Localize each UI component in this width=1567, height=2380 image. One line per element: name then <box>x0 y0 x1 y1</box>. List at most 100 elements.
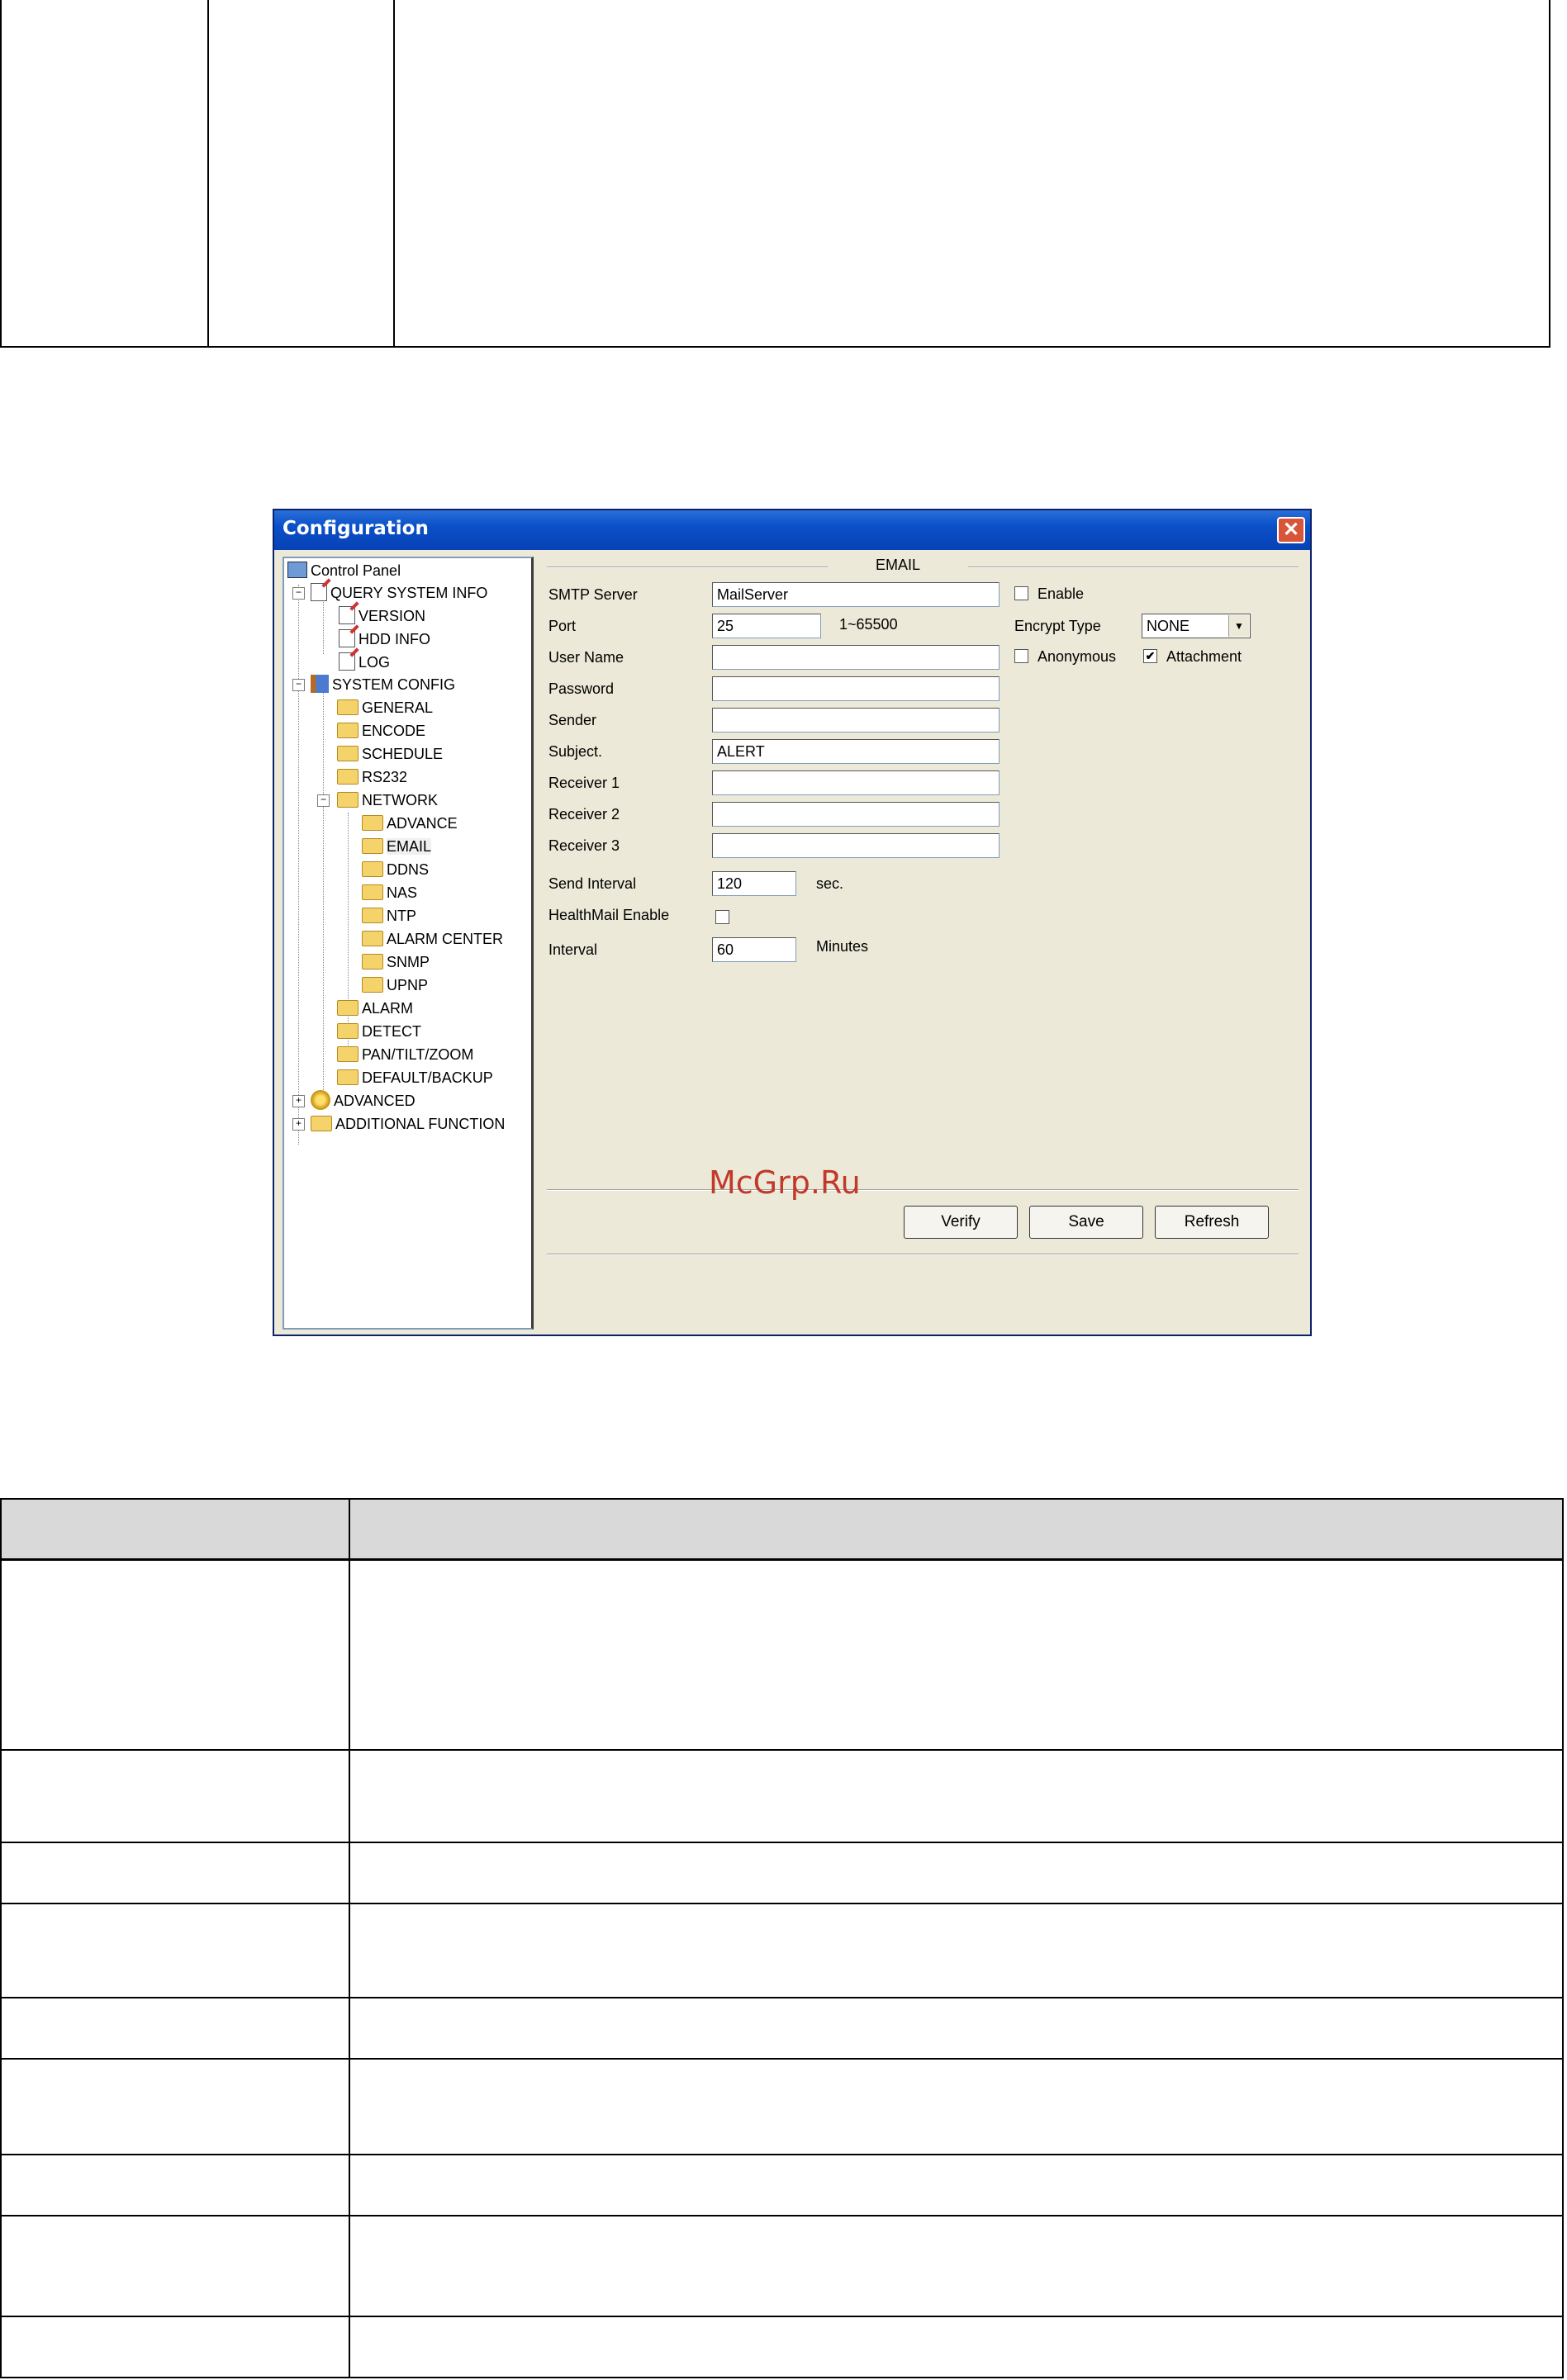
folder-icon <box>311 1115 332 1131</box>
folder-icon <box>337 745 359 761</box>
tree-item-email[interactable]: EMAIL <box>362 836 432 857</box>
encrypt-type-value: NONE <box>1147 618 1190 634</box>
close-button[interactable]: ✕ <box>1277 517 1305 543</box>
table-row <box>2 2058 1562 2060</box>
watermark: McGrp.Ru <box>709 1164 861 1201</box>
tree-item-system-config[interactable]: SYSTEM CONFIG <box>311 674 455 695</box>
port-label: Port <box>548 618 577 634</box>
receiver-1-label: Receiver 1 <box>548 775 620 791</box>
tools-icon <box>311 675 329 694</box>
tree-item-default-backup[interactable]: DEFAULT/BACKUP <box>337 1067 493 1088</box>
document-icon <box>339 629 355 648</box>
tree-line <box>323 676 324 1107</box>
table-row <box>2 2154 1562 2155</box>
collapse-icon[interactable]: − <box>317 794 330 807</box>
tree-panel: Control Panel − QUERY SYSTEM INFO VERSIO… <box>283 557 534 1330</box>
tree-item-additional-function[interactable]: ADDITIONAL FUNCTION <box>311 1113 505 1135</box>
refresh-button[interactable]: Refresh <box>1155 1206 1269 1239</box>
tree-item-ntp[interactable]: NTP <box>362 905 416 927</box>
interval-unit: Minutes <box>816 938 869 955</box>
encrypt-type-select[interactable]: NONE ▼ <box>1142 614 1251 638</box>
document-icon <box>339 652 355 671</box>
anonymous-checkbox[interactable] <box>1014 649 1028 663</box>
user-name-input[interactable] <box>712 645 1000 670</box>
table-row <box>2 1749 1562 1751</box>
button-divider <box>547 1254 1299 1255</box>
table-divider <box>393 0 395 346</box>
subject-input[interactable]: ALERT <box>712 739 1000 764</box>
table-row <box>2 1903 1562 1904</box>
table-row <box>2 1997 1562 1998</box>
tree-item-detect[interactable]: DETECT <box>337 1021 421 1042</box>
chevron-down-icon[interactable]: ▼ <box>1228 615 1249 637</box>
tree-item-network[interactable]: NETWORK <box>337 789 438 811</box>
tree-item-encode[interactable]: ENCODE <box>337 720 425 742</box>
folder-icon <box>362 907 383 923</box>
send-interval-input[interactable]: 120 <box>712 871 796 896</box>
healthmail-enable-checkbox[interactable] <box>715 910 729 924</box>
folder-icon <box>362 930 383 946</box>
section-title: EMAIL <box>876 557 921 573</box>
encrypt-type-label: Encrypt Type <box>1014 618 1101 634</box>
computer-icon <box>287 562 307 579</box>
tree-item-log[interactable]: LOG <box>339 652 390 673</box>
interval-input[interactable]: 60 <box>712 937 796 962</box>
expand-icon[interactable]: + <box>292 1118 305 1131</box>
tree-item-snmp[interactable]: SNMP <box>362 951 430 973</box>
tree-item-pan-tilt-zoom[interactable]: PAN/TILT/ZOOM <box>337 1044 473 1065</box>
folder-icon <box>337 722 359 738</box>
receiver-3-label: Receiver 3 <box>548 837 620 854</box>
attachment-checkbox[interactable]: ✔ <box>1143 649 1157 663</box>
tree-item-hdd-info[interactable]: HDD INFO <box>339 628 430 650</box>
tree-item-query-system-info[interactable]: QUERY SYSTEM INFO <box>311 582 487 604</box>
tree-item-upnp[interactable]: UPNP <box>362 974 428 996</box>
table-column-divider <box>349 1500 350 2377</box>
folder-icon <box>362 953 383 970</box>
tree-line <box>298 585 299 1145</box>
tree-item-version[interactable]: VERSION <box>339 605 425 627</box>
folder-icon <box>337 791 359 808</box>
collapse-icon[interactable]: − <box>292 587 305 600</box>
send-interval-label: Send Interval <box>548 875 637 892</box>
password-input[interactable] <box>712 676 1000 701</box>
tree-item-schedule[interactable]: SCHEDULE <box>337 743 443 765</box>
port-range-hint: 1~65500 <box>839 616 898 633</box>
enable-checkbox[interactable] <box>1014 586 1028 600</box>
table-row <box>2 2215 1562 2216</box>
sender-input[interactable] <box>712 708 1000 732</box>
receiver-2-input[interactable] <box>712 802 1000 827</box>
tree-item-advance[interactable]: ADVANCE <box>362 813 458 834</box>
section-divider <box>968 567 1299 568</box>
receiver-1-input[interactable] <box>712 770 1000 795</box>
send-interval-unit: sec. <box>816 875 844 892</box>
folder-icon <box>362 884 383 900</box>
tree-item-alarm-center[interactable]: ALARM CENTER <box>362 928 503 950</box>
tree-item-alarm[interactable]: ALARM <box>337 998 413 1019</box>
smtp-server-input[interactable]: MailServer <box>712 582 1000 607</box>
section-divider <box>547 567 828 568</box>
tree-item-advanced[interactable]: ADVANCED <box>311 1090 415 1112</box>
receiver-3-input[interactable] <box>712 833 1000 858</box>
document-icon <box>339 606 355 625</box>
attachment-label: Attachment <box>1166 648 1242 665</box>
top-table <box>0 0 1550 348</box>
folder-icon <box>337 1022 359 1039</box>
tree-item-rs232[interactable]: RS232 <box>337 766 407 788</box>
title-bar[interactable]: Configuration ✕ <box>274 510 1310 550</box>
receiver-2-label: Receiver 2 <box>548 806 620 823</box>
folder-icon <box>362 976 383 993</box>
table-row <box>2 2316 1562 2317</box>
tree-item-ddns[interactable]: DDNS <box>362 859 429 880</box>
save-button[interactable]: Save <box>1029 1206 1143 1239</box>
expand-icon[interactable]: + <box>292 1095 305 1107</box>
folder-icon <box>337 1045 359 1062</box>
tree-item-nas[interactable]: NAS <box>362 882 417 903</box>
anonymous-label: Anonymous <box>1038 648 1117 665</box>
tree-item-control-panel[interactable]: Control Panel <box>287 560 401 581</box>
port-input[interactable]: 25 <box>712 614 821 638</box>
collapse-icon[interactable]: − <box>292 679 305 691</box>
verify-button[interactable]: Verify <box>904 1206 1018 1239</box>
tree-item-general[interactable]: GENERAL <box>337 697 433 718</box>
folder-icon <box>362 814 383 831</box>
table-divider <box>207 0 209 346</box>
